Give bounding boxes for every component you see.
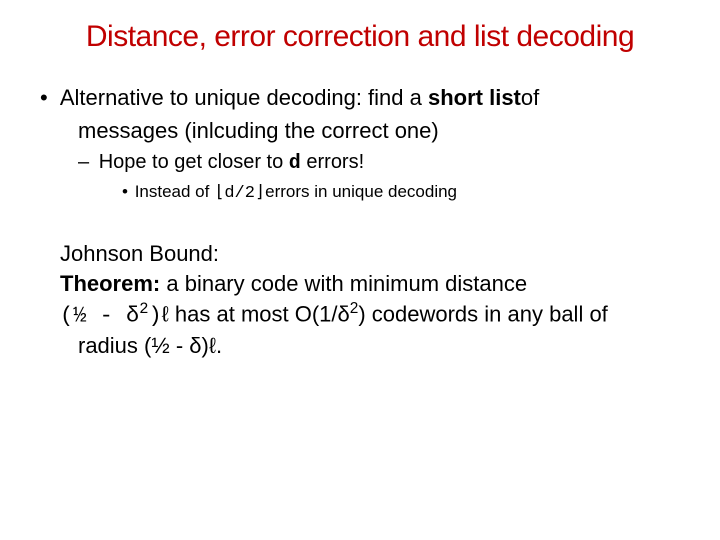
bullet-3-text-c: errors in unique decoding xyxy=(265,182,457,201)
johnson-bound-label: Johnson Bound: xyxy=(60,239,680,269)
theorem-line-1: Theorem: a binary code with minimum dist… xyxy=(60,269,680,299)
theorem-label: Theorem: xyxy=(60,271,160,296)
theorem-text-2: ℓ has at most O(1/δ xyxy=(162,301,350,326)
bullet-2-d: d xyxy=(289,152,301,175)
bullet-2-text-c: errors! xyxy=(301,151,364,173)
bullet-1-text-a: Alternative to unique decoding: find a xyxy=(60,85,428,110)
bullet-1-bold: short list xyxy=(428,85,521,110)
bullet-2: Hope to get closer to d errors! xyxy=(100,149,680,177)
bullet-3-floor: ⌊d/2⌋ xyxy=(214,184,265,203)
bullet-3: Instead of ⌊d/2⌋errors in unique decodin… xyxy=(140,181,680,205)
theorem-line-3: radius (½ - δ)ℓ. xyxy=(78,331,680,361)
bullet-1-cont: messages (inlcuding the correct one) xyxy=(78,117,680,146)
bullet-1-cont-text: messages (inlcuding the correct one) xyxy=(78,118,439,143)
bullet-2-text-a: Hope to get closer to xyxy=(99,151,289,173)
bullet-1-text-c: of xyxy=(521,85,539,110)
theorem-expr-a: (½ - δ xyxy=(60,303,139,328)
theorem-text-1: a binary code with minimum distance xyxy=(160,271,527,296)
bullet-1: Alternative to unique decoding: find a s… xyxy=(60,84,680,113)
slide-title: Distance, error correction and list deco… xyxy=(40,20,680,54)
theorem-text-3: ) codewords in any ball of xyxy=(358,301,607,326)
theorem-line-2: (½ - δ2)ℓ has at most O(1/δ2) codewords … xyxy=(60,299,680,331)
bullet-3-text-a: Instead of xyxy=(135,182,214,201)
theorem-expr-b: ) xyxy=(148,303,161,328)
